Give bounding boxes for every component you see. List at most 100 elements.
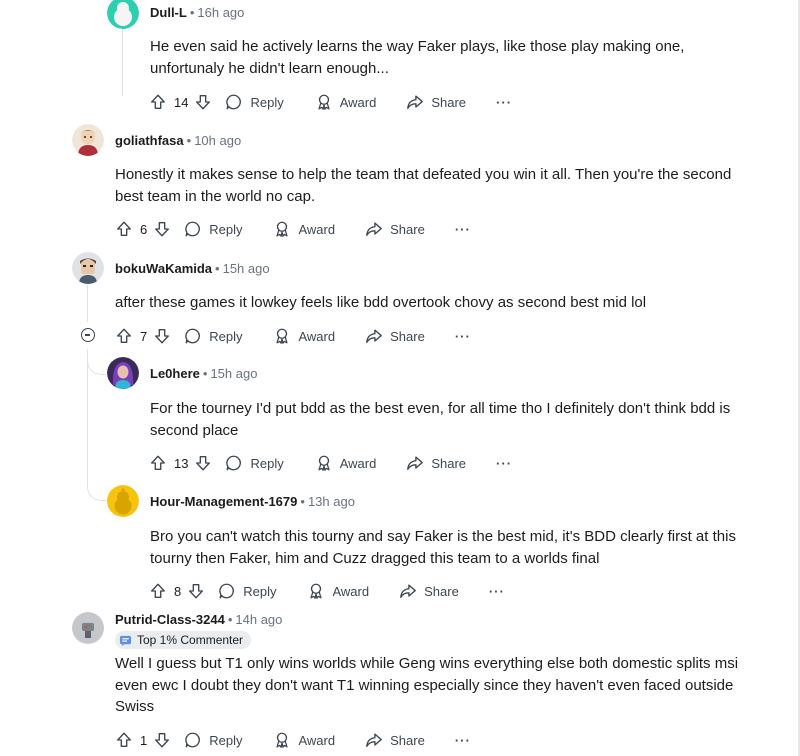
share-icon xyxy=(365,220,383,238)
upvote-icon[interactable] xyxy=(115,220,133,238)
avatar[interactable] xyxy=(72,612,104,644)
vote-count: 7 xyxy=(140,328,148,344)
downvote-icon[interactable] xyxy=(153,220,171,238)
reply-button[interactable]: Reply xyxy=(184,217,242,241)
downvote-icon[interactable] xyxy=(153,327,171,345)
reply-button[interactable]: Reply xyxy=(225,90,284,114)
comment-time[interactable]: 15h ago xyxy=(223,261,270,276)
comment-time[interactable]: 13h ago xyxy=(308,494,355,509)
upvote-icon[interactable] xyxy=(115,731,133,749)
comment-actions: 13 Reply Award Share ··· xyxy=(149,451,512,475)
award-button[interactable]: Award xyxy=(307,579,369,603)
comment-author[interactable]: Dull-L xyxy=(150,5,187,20)
downvote-icon[interactable] xyxy=(194,93,212,111)
vote-count: 14 xyxy=(174,94,189,110)
avatar[interactable] xyxy=(72,124,104,156)
comment-actions: 7 Reply Award Share ··· xyxy=(115,324,471,348)
comment-author[interactable]: Hour-Management-1679 xyxy=(150,494,297,509)
reply-icon xyxy=(225,454,243,472)
comment-time[interactable]: 15h ago xyxy=(210,366,257,381)
separator: • xyxy=(202,366,208,381)
reply-button[interactable]: Reply xyxy=(184,324,242,348)
more-options-button[interactable]: ··· xyxy=(496,451,512,475)
downvote-icon[interactable] xyxy=(153,731,171,749)
comment-actions: 8 Reply Award Share ··· xyxy=(149,579,505,603)
comment-actions: 1 Reply Award Share ··· xyxy=(115,728,471,752)
avatar[interactable] xyxy=(107,0,139,29)
flair-text: Top 1% Commenter xyxy=(137,633,244,647)
vote-count: 1 xyxy=(140,732,148,748)
award-button[interactable]: Award xyxy=(273,217,335,241)
avatar[interactable] xyxy=(107,485,139,517)
separator: • xyxy=(215,261,220,276)
reply-button[interactable]: Reply xyxy=(225,451,284,475)
comment-actions: 14 Reply Award Share ··· xyxy=(149,90,512,114)
comment-author[interactable]: Putrid-Class-3244 xyxy=(115,612,225,627)
downvote-icon[interactable] xyxy=(194,454,212,472)
vote-count: 8 xyxy=(174,583,182,599)
comment-author[interactable]: Le0here xyxy=(150,366,200,381)
comment-author[interactable]: goliathfasa xyxy=(115,133,184,148)
downvote-icon[interactable] xyxy=(187,582,205,600)
collapse-thread-button[interactable] xyxy=(81,328,95,342)
award-icon xyxy=(273,731,291,749)
snoo-avatar-icon xyxy=(107,485,139,517)
share-icon xyxy=(365,327,383,345)
award-icon xyxy=(315,93,333,111)
vote-count: 13 xyxy=(174,455,189,471)
reply-icon xyxy=(184,327,202,345)
more-options-button[interactable]: ··· xyxy=(455,217,471,241)
award-button[interactable]: Award xyxy=(273,324,335,348)
reply-button[interactable]: Reply xyxy=(184,728,242,752)
thread-branch xyxy=(87,350,106,375)
comment-author[interactable]: bokuWaKamida xyxy=(115,261,212,276)
avatar[interactable] xyxy=(72,252,104,284)
comment-meta: Le0here • 15h ago xyxy=(150,366,257,382)
comment-time[interactable]: 10h ago xyxy=(194,133,241,148)
upvote-icon[interactable] xyxy=(149,582,167,600)
award-icon xyxy=(315,454,333,472)
comment-body: Honestly it makes sense to help the team… xyxy=(115,166,732,205)
award-button[interactable]: Award xyxy=(315,451,376,475)
user-flair: Top 1% Commenter xyxy=(115,631,252,649)
share-button[interactable]: Share xyxy=(399,579,459,603)
user-avatar-icon xyxy=(72,252,104,284)
share-button[interactable]: Share xyxy=(365,728,425,752)
vote-count: 6 xyxy=(140,221,148,237)
reply-icon xyxy=(225,93,243,111)
upvote-icon[interactable] xyxy=(149,454,167,472)
thread-line xyxy=(122,26,123,96)
snoo-avatar-icon xyxy=(107,0,139,29)
more-options-button[interactable]: ··· xyxy=(489,579,505,603)
commenter-badge-icon xyxy=(119,635,132,646)
avatar[interactable] xyxy=(107,357,139,389)
comment-body: Well I guess but T1 only wins worlds whi… xyxy=(115,655,739,715)
share-icon xyxy=(399,582,417,600)
share-button[interactable]: Share xyxy=(365,217,425,241)
comment-meta: Putrid-Class-3244 • 14h ago xyxy=(115,612,282,628)
share-button[interactable]: Share xyxy=(365,324,425,348)
award-button[interactable]: Award xyxy=(315,90,376,114)
comment-body: For the tourney I'd put bdd as the best … xyxy=(150,400,731,439)
comment-time[interactable]: 14h ago xyxy=(235,612,282,627)
upvote-icon[interactable] xyxy=(115,327,133,345)
reply-button[interactable]: Reply xyxy=(218,579,276,603)
comment-time[interactable]: 16h ago xyxy=(197,5,244,20)
separator: • xyxy=(186,133,192,148)
more-options-button[interactable]: ··· xyxy=(455,324,471,348)
thread-branch xyxy=(87,474,106,501)
more-options-button[interactable]: ··· xyxy=(455,728,471,752)
more-options-button[interactable]: ··· xyxy=(496,90,512,114)
share-icon xyxy=(406,93,424,111)
share-button[interactable]: Share xyxy=(406,451,466,475)
reply-icon xyxy=(218,582,236,600)
award-icon xyxy=(273,327,291,345)
comment-meta: bokuWaKamida • 15h ago xyxy=(115,261,270,277)
comment-meta: goliathfasa • 10h ago xyxy=(115,133,241,149)
upvote-icon[interactable] xyxy=(149,93,167,111)
reply-icon xyxy=(184,220,202,238)
award-button[interactable]: Award xyxy=(273,728,335,752)
user-avatar-icon xyxy=(72,124,104,156)
share-button[interactable]: Share xyxy=(406,90,466,114)
comment-meta: Hour-Management-1679 • 13h ago xyxy=(150,494,355,510)
